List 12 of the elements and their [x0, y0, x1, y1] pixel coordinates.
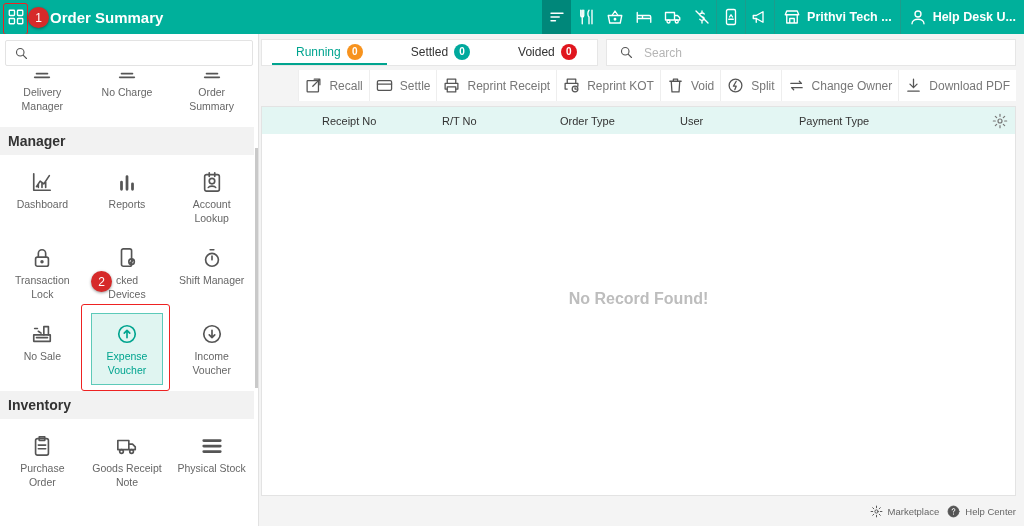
count-badge: 0	[454, 43, 471, 60]
column-header: R/T No	[442, 114, 478, 127]
column-header: Payment Type	[799, 114, 871, 127]
column-header: Order Type	[560, 114, 616, 127]
column-header: Receipt No	[322, 114, 378, 127]
page-title: Order Summary	[50, 8, 164, 26]
section-header: Inventory	[0, 391, 254, 419]
empty-message: No Record Found!	[568, 289, 709, 308]
column-header: User	[680, 114, 705, 127]
count-badge: 0	[560, 43, 577, 60]
section-header: Manager	[0, 127, 254, 155]
count-badge: 0	[346, 43, 363, 60]
